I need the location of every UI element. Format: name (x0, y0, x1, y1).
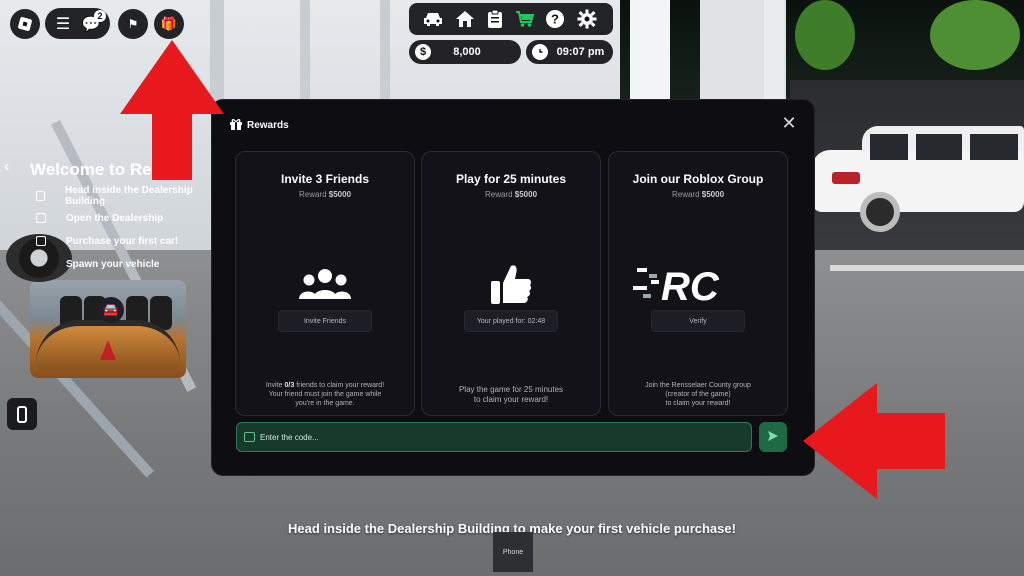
card-title: Join our Roblox Group (632, 172, 764, 186)
card-title: Play for 25 minutes (455, 172, 567, 186)
top-toolbar: ? (409, 3, 613, 35)
quest-item: Spawn your vehicle (36, 256, 159, 272)
window-frame (380, 0, 390, 100)
thumbs-up-icon (422, 260, 600, 308)
flag-icon: ⚑ (127, 17, 139, 31)
modal-title: Rewards (247, 120, 289, 131)
invite-friends-card: Invite 3 Friends Reward $5000 Invite Fri… (235, 151, 415, 416)
gift-icon: 🎁 (160, 16, 178, 31)
clock-value: 09:07 pm (556, 46, 605, 58)
roblox-group-card: Join our Roblox Group Reward $5000 RC Ve… (608, 151, 788, 416)
clipboard-icon[interactable] (483, 7, 507, 31)
white-suv (812, 120, 1024, 232)
tree (795, 0, 855, 70)
users-group-icon (236, 260, 414, 308)
close-icon[interactable]: ✕ (780, 114, 798, 132)
gift-icon (229, 117, 243, 131)
card-description: Join the Rensselaer County group (creato… (645, 382, 751, 407)
help-icon[interactable]: ? (543, 7, 567, 31)
verify-button[interactable]: Verify (651, 310, 745, 332)
money-value: 8,000 (453, 46, 481, 58)
card-reward: Reward $5000 (671, 190, 725, 199)
checkbox-icon (36, 191, 45, 201)
quest-item: Purchase your first car! (36, 233, 178, 249)
quest-item: Head inside the Dealership Building (36, 185, 214, 207)
invite-friends-button[interactable]: Invite Friends (278, 310, 372, 332)
dealership-desk-preview (30, 280, 186, 378)
svg-text:?: ? (551, 12, 559, 27)
card-description: Play the game for 25 minutes to claim yo… (458, 385, 564, 404)
home-icon[interactable] (453, 7, 477, 31)
checkbox-icon (36, 213, 46, 223)
play-time-status: Your played for: 02:48 (464, 310, 558, 332)
dollar-icon: $ (415, 44, 431, 60)
card-reward: Reward $5000 (484, 190, 538, 199)
left-arrow-annotation (803, 383, 945, 499)
settings-icon[interactable] (575, 7, 599, 31)
phone-tab[interactable]: Phone (493, 532, 533, 572)
chevron-left-icon[interactable]: ‹ (4, 158, 18, 178)
up-arrow-annotation (120, 40, 224, 180)
phone-icon (17, 405, 27, 423)
svg-text:RC: RC (661, 265, 720, 304)
checkbox-icon (36, 236, 46, 246)
report-button[interactable]: ⚑ (118, 9, 148, 39)
send-icon (767, 430, 779, 445)
rc-logo-icon: RC (609, 260, 787, 308)
rewards-gift-button[interactable]: 🎁 (154, 9, 184, 39)
hamburger-menu-icon[interactable]: ☰ (51, 12, 75, 36)
roblox-logo-icon (17, 16, 33, 32)
redeem-code-input[interactable] (236, 422, 752, 452)
roblox-menu-button[interactable] (10, 9, 40, 39)
notification-badge: 2 (94, 10, 106, 22)
window-frame (300, 0, 310, 100)
card-reward: Reward $5000 (298, 190, 352, 199)
money-display: $ 8,000 (409, 40, 521, 64)
submit-code-button[interactable] (759, 422, 787, 452)
phone-button[interactable] (7, 398, 37, 430)
ticket-icon (244, 432, 255, 442)
car-marker-icon: 🚘 (98, 297, 124, 323)
card-title: Invite 3 Friends (280, 172, 370, 186)
play-time-card: Play for 25 minutes Reward $5000 Your pl… (421, 151, 601, 416)
shop-cart-icon[interactable] (513, 7, 537, 31)
clock-icon (532, 44, 548, 60)
card-description: Invite 0/3 friends to claim your reward!… (265, 382, 385, 407)
pillar (630, 0, 670, 100)
rewards-modal: Rewards ✕ Invite 3 Friends Reward $5000 … (211, 99, 815, 476)
tree (930, 0, 1020, 70)
lot-line (830, 265, 1024, 271)
car-icon[interactable] (421, 7, 445, 31)
quest-item: Open the Dealership (36, 210, 163, 226)
clock-display: 09:07 pm (526, 40, 613, 64)
